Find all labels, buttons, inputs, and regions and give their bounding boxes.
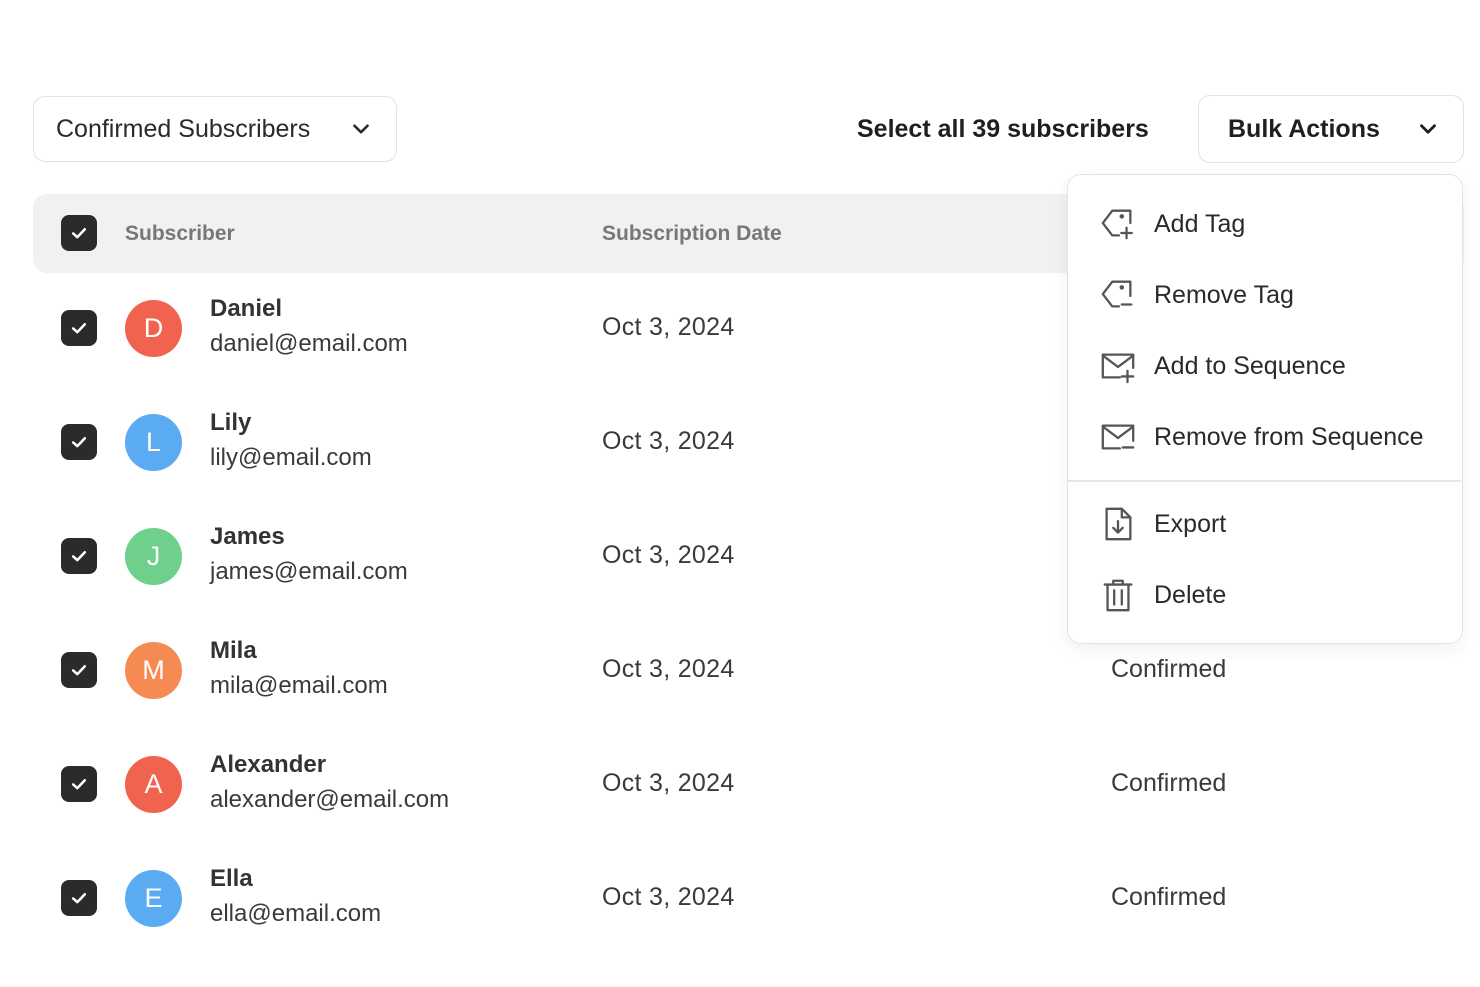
menu-divider: [1068, 480, 1461, 482]
subscriber-status: Confirmed: [1111, 883, 1227, 911]
subscriber-filter-select[interactable]: Confirmed Subscribers: [33, 96, 397, 162]
trash-icon: [1098, 575, 1138, 615]
menu-item-add-to-sequence[interactable]: Add to Sequence: [1068, 336, 1461, 396]
subscription-date: Oct 3, 2024: [602, 769, 735, 797]
check-icon: [71, 228, 87, 239]
tag-remove-icon: [1098, 275, 1138, 315]
avatar: L: [125, 414, 182, 471]
row-checkbox[interactable]: [61, 310, 97, 346]
subscriber-name[interactable]: Lily: [210, 409, 251, 437]
subscriber-name[interactable]: Ella: [210, 865, 253, 893]
table-row[interactable]: A Alexander alexander@email.com Oct 3, 2…: [33, 728, 1464, 842]
tag-add-icon: [1098, 204, 1138, 244]
menu-item-export[interactable]: Export: [1068, 494, 1461, 554]
subscriber-status: Confirmed: [1111, 769, 1227, 797]
select-all-subscribers-link[interactable]: Select all 39 subscribers: [857, 112, 1149, 146]
subscriber-name[interactable]: Alexander: [210, 751, 326, 779]
subscription-date: Oct 3, 2024: [602, 541, 735, 569]
column-header-subscription-date[interactable]: Subscription Date: [602, 194, 782, 273]
row-checkbox[interactable]: [61, 538, 97, 574]
subscriber-email: james@email.com: [210, 558, 408, 585]
check-icon: [71, 323, 87, 334]
subscription-date: Oct 3, 2024: [602, 313, 735, 341]
menu-item-add-tag[interactable]: Add Tag: [1068, 194, 1461, 254]
mail-remove-icon: [1098, 417, 1138, 457]
row-checkbox[interactable]: [61, 424, 97, 460]
subscribers-page: Confirmed Subscribers Select all 39 subs…: [0, 0, 1480, 987]
chevron-down-icon: [1415, 116, 1441, 142]
subscriber-name[interactable]: James: [210, 523, 285, 551]
avatar: A: [125, 756, 182, 813]
menu-item-label: Delete: [1154, 580, 1227, 609]
subscriber-name[interactable]: Mila: [210, 637, 257, 665]
row-checkbox[interactable]: [61, 766, 97, 802]
chevron-down-icon: [348, 116, 374, 142]
menu-item-label: Export: [1154, 509, 1227, 538]
table-row[interactable]: E Ella ella@email.com Oct 3, 2024 Confir…: [33, 842, 1464, 956]
subscriber-email: alexander@email.com: [210, 786, 450, 813]
menu-item-remove-tag[interactable]: Remove Tag: [1068, 265, 1461, 325]
subscription-date: Oct 3, 2024: [602, 655, 735, 683]
menu-item-label: Remove Tag: [1154, 280, 1294, 309]
subscription-date: Oct 3, 2024: [602, 427, 735, 455]
check-icon: [71, 437, 87, 448]
menu-item-label: Add to Sequence: [1154, 351, 1346, 380]
column-header-subscriber[interactable]: Subscriber: [125, 194, 235, 273]
mail-add-icon: [1098, 346, 1138, 386]
menu-item-delete[interactable]: Delete: [1068, 565, 1461, 625]
subscriber-email: lily@email.com: [210, 444, 372, 471]
menu-item-remove-from-sequence[interactable]: Remove from Sequence: [1068, 407, 1461, 467]
check-icon: [71, 779, 87, 790]
check-icon: [71, 551, 87, 562]
subscriber-status: Confirmed: [1111, 655, 1227, 683]
row-checkbox[interactable]: [61, 880, 97, 916]
avatar: E: [125, 870, 182, 927]
avatar: M: [125, 642, 182, 699]
filter-selected-label: Confirmed Subscribers: [56, 114, 311, 143]
avatar: D: [125, 300, 182, 357]
menu-item-label: Add Tag: [1154, 209, 1246, 238]
check-icon: [71, 665, 87, 676]
subscription-date: Oct 3, 2024: [602, 883, 735, 911]
subscriber-email: daniel@email.com: [210, 330, 408, 357]
bulk-actions-label: Bulk Actions: [1228, 114, 1380, 143]
subscriber-name[interactable]: Daniel: [210, 295, 282, 323]
avatar: J: [125, 528, 182, 585]
menu-item-label: Remove from Sequence: [1154, 422, 1424, 451]
select-all-checkbox[interactable]: [61, 215, 97, 251]
subscriber-email: mila@email.com: [210, 672, 388, 699]
subscriber-email: ella@email.com: [210, 900, 382, 927]
bulk-actions-button[interactable]: Bulk Actions: [1198, 95, 1464, 163]
bulk-actions-menu: Add Tag Remove Tag Add to Sequence Remov…: [1067, 174, 1463, 644]
file-download-icon: [1098, 504, 1138, 544]
row-checkbox[interactable]: [61, 652, 97, 688]
check-icon: [71, 893, 87, 904]
